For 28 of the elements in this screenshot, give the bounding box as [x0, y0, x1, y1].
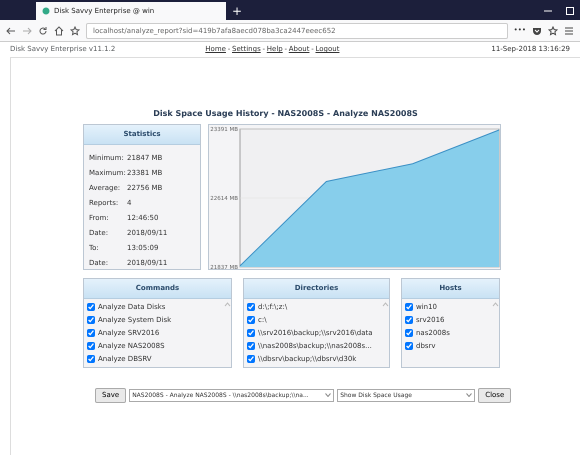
checkbox[interactable] — [405, 316, 413, 324]
checkbox[interactable] — [87, 316, 95, 324]
page-title: Disk Space Usage History - NAS2008S - Analyze NAS2008S — [152, 108, 419, 120]
home-icon[interactable] — [54, 26, 64, 36]
maximize-icon[interactable] — [566, 7, 574, 15]
pocket-icon[interactable] — [532, 26, 542, 36]
checkbox[interactable] — [87, 355, 95, 363]
checkbox[interactable] — [87, 329, 95, 337]
checkbox[interactable] — [247, 342, 255, 350]
checkbox[interactable] — [247, 355, 255, 363]
caret-icon — [325, 393, 332, 398]
checkbox[interactable] — [405, 303, 413, 311]
page-icon — [42, 7, 50, 15]
caret-icon — [466, 393, 472, 398]
checkbox[interactable] — [87, 342, 95, 350]
checkbox[interactable] — [247, 329, 255, 337]
star-icon[interactable] — [548, 26, 558, 36]
reload-icon[interactable] — [38, 26, 48, 36]
checkbox[interactable] — [87, 303, 95, 311]
forward-icon[interactable] — [22, 26, 32, 36]
checkbox[interactable] — [405, 342, 413, 350]
new-tab-button[interactable]: + — [232, 2, 242, 20]
star-icon[interactable] — [70, 26, 80, 36]
checkbox[interactable] — [247, 316, 255, 324]
back-icon[interactable] — [6, 26, 16, 36]
checkbox[interactable] — [405, 329, 413, 337]
checkbox[interactable] — [247, 303, 255, 311]
menu-icon[interactable] — [564, 26, 574, 36]
